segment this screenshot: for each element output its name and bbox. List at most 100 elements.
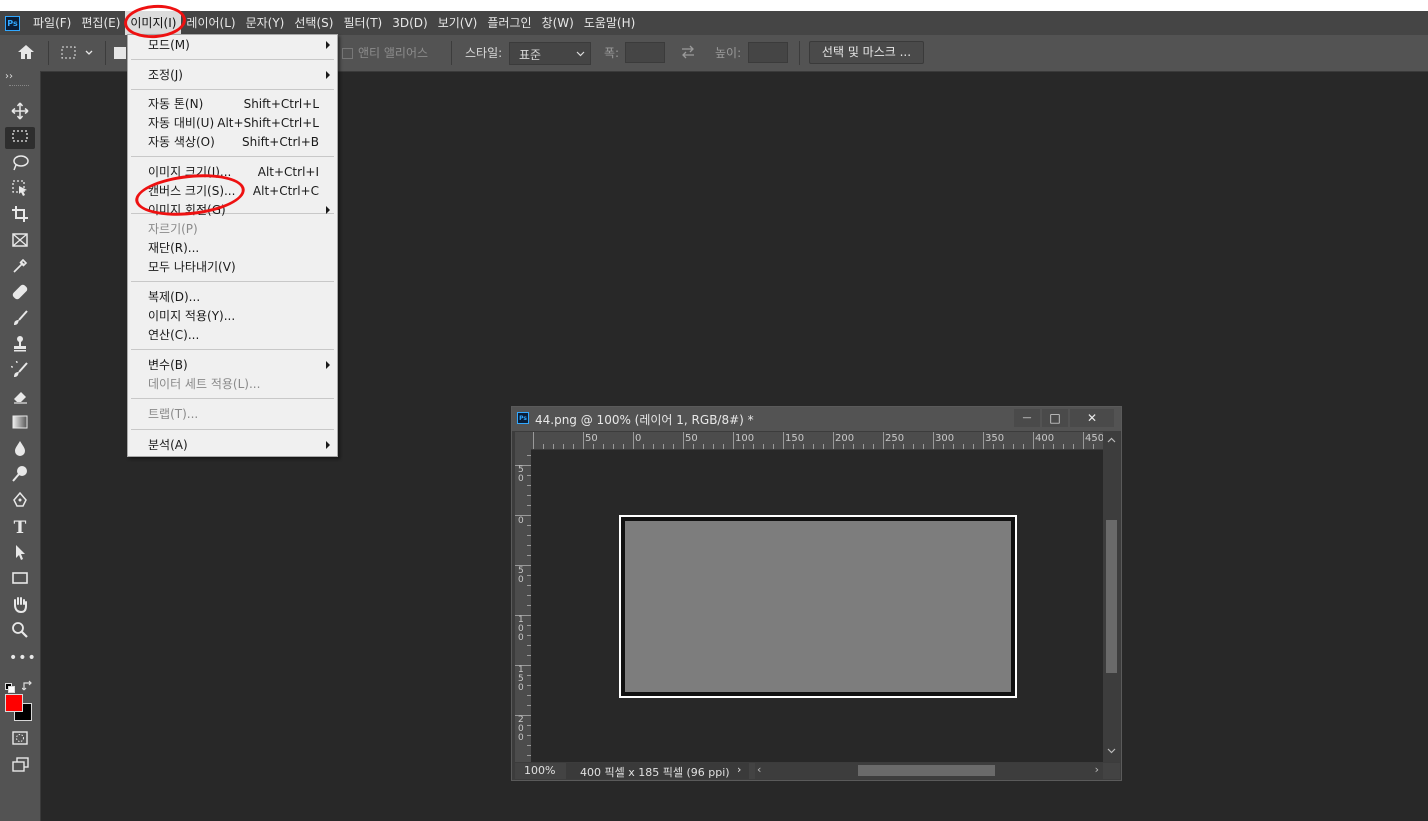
width-field[interactable]	[625, 42, 665, 63]
menu-9[interactable]: 플러그인	[482, 11, 536, 35]
height-field[interactable]	[748, 42, 788, 63]
ruler-label: 5 0	[518, 566, 524, 585]
menu-7[interactable]: 3D(D)	[387, 11, 432, 35]
menu-1[interactable]: 편집(E)	[76, 11, 125, 35]
menu-0[interactable]: 파일(F)	[28, 11, 76, 35]
zoom-level[interactable]: 100%	[524, 764, 555, 777]
ps-document-icon: Ps	[517, 412, 529, 424]
hand-tool-icon[interactable]	[9, 595, 31, 617]
menu-8[interactable]: 보기(V)	[433, 11, 483, 35]
scroll-up-icon[interactable]	[1107, 437, 1116, 443]
document-title-bar[interactable]: Ps 44.png @ 100% (레이어 1, RGB/8#) * — □ ✕	[512, 407, 1121, 431]
more-tools-icon[interactable]: •••	[9, 647, 36, 669]
panel-grip[interactable]	[9, 85, 29, 88]
image-menu-item[interactable]: 모두 나타내기(V)	[128, 258, 337, 276]
scroll-left-icon[interactable]: ‹	[757, 763, 761, 776]
clone-stamp-tool-icon[interactable]	[9, 335, 31, 357]
image-menu-item[interactable]: 재단(R)...	[128, 239, 337, 257]
scroll-down-icon[interactable]	[1107, 748, 1116, 754]
ruler-tick	[643, 444, 644, 449]
type-tool-icon[interactable]: T	[9, 517, 31, 539]
image-menu-item[interactable]: 변수(B)	[128, 356, 337, 374]
eraser-tool-icon[interactable]	[9, 387, 31, 409]
canvas-pasteboard[interactable]	[531, 450, 1103, 762]
healing-brush-tool-icon[interactable]	[9, 283, 31, 305]
object-selection-tool-icon[interactable]	[9, 179, 31, 201]
scroll-right-icon[interactable]: ›	[1095, 763, 1099, 776]
ruler-label: 5 0	[518, 465, 524, 484]
dodge-tool-icon[interactable]	[9, 465, 31, 487]
default-colors-icon[interactable]	[5, 678, 15, 693]
restore-button[interactable]: □	[1042, 409, 1068, 427]
frame-tool-icon[interactable]	[9, 231, 31, 253]
image-menu-item[interactable]: 조정(J)	[128, 66, 337, 84]
rectangle-tool-icon[interactable]	[9, 569, 31, 591]
menu-5[interactable]: 선택(S)	[289, 11, 338, 35]
horizontal-scrollbar[interactable]: ‹ ›	[755, 763, 1103, 779]
rectangular-marquee-tool-icon[interactable]	[5, 127, 35, 149]
document-info-box[interactable]: 400 픽셀 x 185 픽셀 (96 ppi)	[566, 763, 749, 779]
ruler-origin[interactable]	[515, 432, 531, 450]
ruler-tick	[693, 444, 694, 449]
move-tool-icon[interactable]	[9, 102, 31, 124]
menu-4[interactable]: 문자(Y)	[241, 11, 290, 35]
image-menu-item[interactable]: 분석(A)	[128, 436, 337, 454]
menu-10[interactable]: 창(W)	[537, 11, 579, 35]
image-menu-item[interactable]: 자동 대비(U) Alt+Shift+Ctrl+L	[128, 114, 337, 132]
ruler-tick	[653, 444, 654, 449]
horizontal-ruler[interactable]: 50 0 50 100 150 200 250 300 350 400 450	[531, 432, 1103, 450]
blur-tool-icon[interactable]	[9, 439, 31, 461]
submenu-arrow-icon	[326, 71, 330, 79]
ruler-label: 450	[1085, 433, 1103, 444]
quick-mask-icon[interactable]	[9, 729, 31, 751]
image-menu-item[interactable]: 자동 톤(N) Shift+Ctrl+L	[128, 95, 337, 113]
screen-mode-icon[interactable]	[9, 755, 31, 777]
pen-tool-icon[interactable]	[9, 491, 31, 513]
ruler-tick	[783, 432, 784, 449]
brush-tool-icon[interactable]	[9, 309, 31, 331]
image-menu-item[interactable]: 이미지 적용(Y)...	[128, 307, 337, 325]
zoom-tool-icon[interactable]	[9, 621, 31, 643]
image-menu-item[interactable]: 연산(C)...	[128, 326, 337, 344]
gradient-tool-icon[interactable]	[9, 413, 31, 435]
ruler-tick	[613, 444, 614, 449]
ruler-tick	[603, 444, 604, 449]
ruler-tick	[1073, 444, 1074, 449]
ruler-tick	[843, 444, 844, 449]
style-select-value: 표준	[519, 48, 542, 62]
vertical-scroll-thumb[interactable]	[1106, 520, 1117, 673]
ruler-tick	[683, 432, 684, 449]
image-menu-item[interactable]: 모드(M)	[128, 36, 337, 54]
image-menu-item-label: 데이터 세트 적용(L)...	[148, 377, 261, 391]
foreground-color-swatch[interactable]	[5, 694, 23, 712]
swap-colors-icon[interactable]	[21, 677, 34, 691]
ruler-tick	[553, 444, 554, 449]
eyedropper-tool-icon[interactable]	[9, 257, 31, 279]
crop-tool-icon[interactable]	[9, 205, 31, 227]
image-menu-item[interactable]: 복제(D)...	[128, 288, 337, 306]
new-selection-icon[interactable]	[114, 47, 126, 59]
ruler-tick	[853, 444, 854, 449]
menu-6[interactable]: 필터(T)	[338, 11, 387, 35]
status-menu-chevron-icon[interactable]: ›	[737, 763, 741, 776]
vertical-scrollbar[interactable]	[1103, 432, 1120, 762]
lasso-tool-icon[interactable]	[9, 154, 31, 176]
path-selection-tool-icon[interactable]	[9, 543, 31, 565]
menu-3[interactable]: 레이어(L)	[181, 11, 240, 35]
history-brush-tool-icon[interactable]	[9, 361, 31, 383]
image-menu-item-label: 변수(B)	[148, 358, 188, 372]
close-button[interactable]: ✕	[1070, 409, 1114, 427]
vertical-ruler[interactable]: 5 0 0 5 0 1 0 0 1 5 0 2 0 0	[515, 450, 531, 762]
select-and-mask-button[interactable]: 선택 및 마스크 ...	[809, 41, 924, 64]
marquee-tool-preset-icon[interactable]	[60, 45, 96, 61]
swap-width-height-icon[interactable]	[680, 45, 696, 59]
image-menu-item[interactable]: 자동 색상(O) Shift+Ctrl+B	[128, 133, 337, 151]
home-icon[interactable]	[16, 43, 38, 63]
horizontal-scroll-thumb[interactable]	[858, 765, 995, 776]
submenu-arrow-icon	[326, 41, 330, 49]
antialias-checkbox[interactable]	[342, 48, 353, 59]
panel-collapse-icon[interactable]: ››	[5, 71, 13, 82]
minimize-button[interactable]: —	[1014, 409, 1040, 427]
style-select[interactable]: 표준	[509, 42, 591, 65]
menu-11[interactable]: 도움말(H)	[579, 11, 641, 35]
